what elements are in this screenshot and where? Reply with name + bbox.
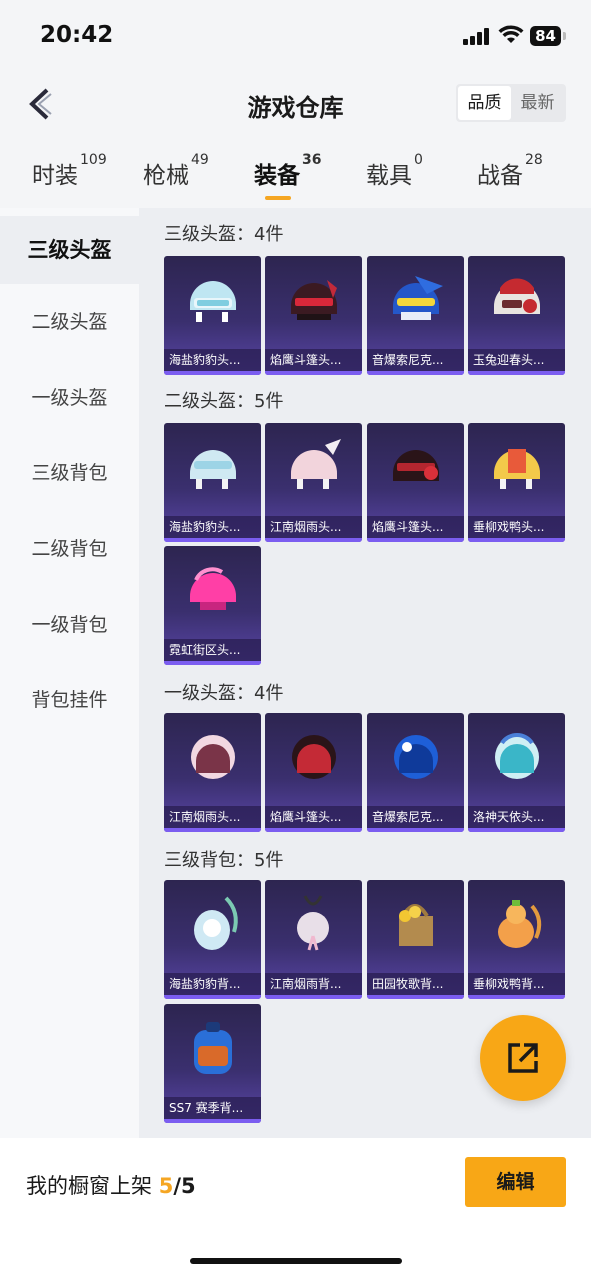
item-name: 海盐豹豹背... (164, 973, 261, 995)
tab-equipment[interactable]: 装备36 (254, 152, 321, 190)
status-bar: 20:42 84 (0, 0, 591, 70)
showcase-status: 我的橱窗上架 5/5 (26, 1170, 196, 1200)
item-name: 焰鹰斗篷头... (367, 516, 464, 538)
item-card[interactable]: 垂柳戏鸭头... (468, 423, 565, 542)
showcase-count: 5 (158, 1174, 174, 1198)
tab-fashion[interactable]: 时装109 (32, 152, 107, 190)
edit-button[interactable]: 编辑 (465, 1157, 566, 1207)
section-title-level3-backpack: 三级背包：5件 (164, 850, 284, 871)
item-card[interactable]: 音爆索尼克... (367, 713, 464, 832)
sidebar-item-level3-helmet[interactable]: 三级头盔 (0, 216, 139, 284)
item-name: 田园牧歌背... (367, 973, 464, 995)
battery-icon: 84 (530, 26, 561, 46)
tab-combat-supplies[interactable]: 战备28 (477, 152, 543, 190)
item-name: 海盐豹豹头... (164, 516, 261, 538)
item-name: 垂柳戏鸭头... (468, 516, 565, 538)
sort-option-quality[interactable]: 品质 (458, 86, 511, 120)
item-card[interactable]: 海盐豹豹背... (164, 880, 261, 999)
item-name: 江南烟雨头... (164, 806, 261, 828)
item-card[interactable]: 海盐豹豹头... (164, 423, 261, 542)
sidebar-item-level2-backpack[interactable]: 二级背包 (0, 519, 139, 579)
helmet-icon (190, 567, 236, 610)
item-card[interactable]: 焰鹰斗篷头... (265, 256, 362, 375)
item-card[interactable]: 焰鹰斗篷头... (265, 713, 362, 832)
item-name: 霓虹街区头... (164, 639, 261, 661)
backpack-icon (399, 904, 433, 946)
item-name: 洛神天依头... (468, 806, 565, 828)
item-card[interactable]: 江南烟雨头... (164, 713, 261, 832)
helmet-icon (291, 439, 341, 489)
helmet-icon (495, 733, 539, 779)
item-name: 江南烟雨头... (265, 516, 362, 538)
item-name: 江南烟雨背... (265, 973, 362, 995)
backpack-icon (297, 895, 329, 951)
item-name: 焰鹰斗篷头... (265, 806, 362, 828)
sidebar-item-level1-helmet[interactable]: 一级头盔 (0, 368, 139, 428)
sort-option-latest[interactable]: 最新 (511, 86, 564, 120)
helmet-icon (191, 735, 235, 779)
backpack-icon (498, 900, 542, 948)
item-card[interactable]: 田园牧歌背... (367, 880, 464, 999)
sidebar-item-level1-backpack[interactable]: 一级背包 (0, 595, 139, 655)
helmet-icon (190, 281, 236, 322)
showcase-label: 我的橱窗上架 (26, 1174, 152, 1198)
battery-cap (563, 32, 566, 40)
helmet-icon (190, 450, 236, 489)
content-area: 三级头盔 二级头盔 一级头盔 三级背包 二级背包 一级背包 背包挂件 三级头盔：… (0, 208, 591, 1138)
helmet-icon (291, 280, 337, 320)
helmet-icon (393, 276, 443, 320)
signal-icon (463, 28, 491, 45)
item-card[interactable]: 垂柳戏鸭背... (468, 880, 565, 999)
item-card[interactable]: SS7 赛季背... (164, 1004, 261, 1123)
section-title-level2-helmet: 二级头盔：5件 (164, 391, 284, 412)
item-card[interactable]: 洛神天依头... (468, 713, 565, 832)
sort-toggle[interactable]: 品质 最新 (456, 84, 566, 122)
item-card[interactable]: 玉兔迎春头... (468, 256, 565, 375)
item-name: SS7 赛季背... (164, 1097, 261, 1119)
showcase-total: /5 (173, 1174, 196, 1198)
item-card[interactable]: 江南烟雨背... (265, 880, 362, 999)
item-card[interactable]: 海盐豹豹头... (164, 256, 261, 375)
sidebar-item-level2-helmet[interactable]: 二级头盔 (0, 292, 139, 352)
item-name: 音爆索尼克... (367, 806, 464, 828)
sidebar: 三级头盔 二级头盔 一级头盔 三级背包 二级背包 一级背包 背包挂件 (0, 208, 139, 1138)
tab-firearms[interactable]: 枪械49 (143, 152, 209, 190)
tab-vehicles[interactable]: 载具0 (366, 152, 423, 190)
section-title-level1-helmet: 一级头盔：4件 (164, 683, 284, 704)
status-time: 20:42 (40, 22, 114, 48)
sidebar-item-level3-backpack[interactable]: 三级背包 (0, 443, 139, 503)
share-external-icon (508, 1043, 538, 1073)
header: 游戏仓库 品质 最新 (0, 70, 591, 140)
wifi-icon (498, 25, 524, 43)
helmet-icon (292, 735, 336, 779)
helmet-icon (394, 735, 438, 779)
sidebar-item-backpack-charm[interactable]: 背包挂件 (0, 670, 139, 730)
backpack-icon (194, 1022, 232, 1074)
helmet-icon (393, 450, 439, 481)
backpack-icon (194, 896, 238, 950)
active-tab-indicator (265, 196, 291, 200)
item-name: 焰鹰斗篷头... (265, 349, 362, 371)
section-title-level3-helmet: 三级头盔：4件 (164, 224, 284, 245)
item-name: 海盐豹豹头... (164, 349, 261, 371)
item-name: 垂柳戏鸭背... (468, 973, 565, 995)
item-name: 玉兔迎春头... (468, 349, 565, 371)
helmet-icon (494, 449, 540, 489)
item-name: 音爆索尼克... (367, 349, 464, 371)
helmet-icon (494, 278, 540, 314)
item-card[interactable]: 霓虹街区头... (164, 546, 261, 665)
item-card[interactable]: 江南烟雨头... (265, 423, 362, 542)
item-card[interactable]: 音爆索尼克... (367, 256, 464, 375)
home-indicator (190, 1258, 402, 1264)
share-button[interactable] (480, 1015, 566, 1101)
category-tabs: 时装109 枪械49 装备36 载具0 战备28 (0, 150, 591, 206)
item-card[interactable]: 焰鹰斗篷头... (367, 423, 464, 542)
